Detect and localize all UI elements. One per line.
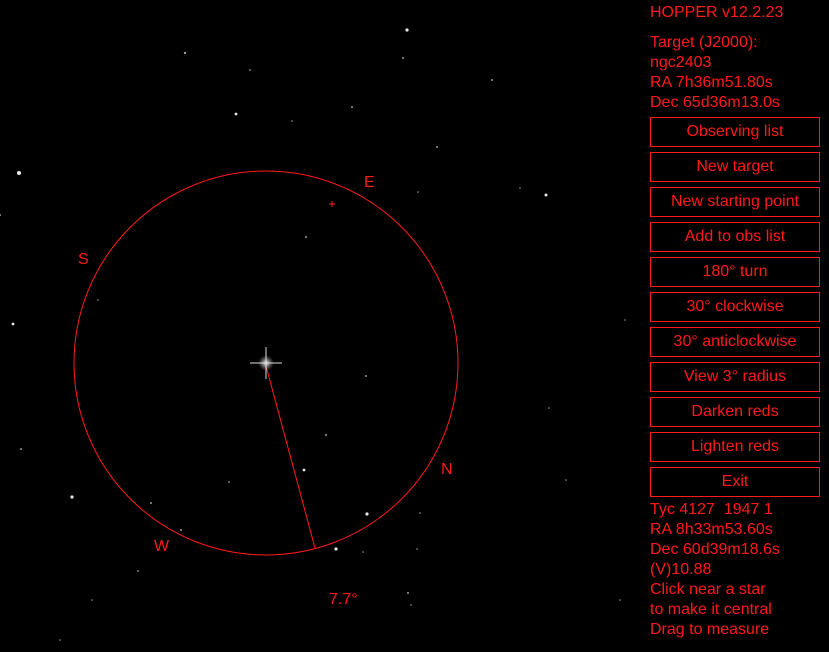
compass-west-label: W [154, 538, 170, 555]
star[interactable] [417, 191, 419, 193]
star[interactable] [419, 512, 421, 514]
star[interactable] [407, 592, 409, 594]
app-title: HOPPER v12.2.23 [650, 4, 784, 21]
star[interactable] [365, 512, 369, 516]
central-star-marker [250, 347, 282, 379]
star[interactable] [325, 434, 327, 436]
star[interactable] [59, 639, 61, 641]
new-starting-point-button[interactable]: New starting point [650, 187, 820, 217]
target-ra: RA 7h36m51.80s [650, 74, 773, 91]
help-line-2: to make it central [650, 601, 772, 618]
star[interactable] [70, 495, 74, 499]
star[interactable] [362, 551, 364, 553]
star[interactable] [137, 570, 139, 572]
star[interactable] [491, 79, 493, 81]
star[interactable] [436, 146, 438, 148]
compass-south-label: S [78, 251, 89, 268]
star[interactable] [410, 604, 412, 606]
star-ra: RA 8h33m53.60s [650, 521, 773, 538]
exit-button[interactable]: Exit [650, 467, 820, 497]
star[interactable] [544, 193, 548, 197]
star[interactable] [91, 599, 93, 601]
star[interactable] [305, 236, 307, 238]
button-list: Observing list New target New starting p… [650, 117, 826, 497]
lighten-reds-button[interactable]: Lighten reds [650, 432, 820, 462]
control-panel: HOPPER v12.2.23 Target (J2000): ngc2403 … [650, 3, 826, 640]
view-radius-button[interactable]: View 3° radius [650, 362, 820, 392]
star[interactable] [291, 120, 293, 122]
star[interactable] [548, 407, 550, 409]
help-line-3: Drag to measure [650, 621, 770, 638]
target-label: Target (J2000): [650, 34, 758, 51]
star[interactable] [11, 322, 15, 326]
star[interactable] [565, 479, 567, 481]
star[interactable] [351, 106, 353, 108]
star[interactable] [416, 548, 418, 550]
rotate-clockwise-button[interactable]: 30° clockwise [650, 292, 820, 322]
star[interactable] [234, 112, 238, 116]
star[interactable] [619, 599, 621, 601]
observing-list-button[interactable]: Observing list [650, 117, 820, 147]
star-id: Tyc 4127 1947 1 [650, 501, 773, 518]
star[interactable] [302, 468, 306, 472]
star[interactable] [150, 502, 152, 504]
star[interactable] [405, 28, 409, 32]
target-info: Target (J2000): ngc2403 RA 7h36m51.80s D… [650, 33, 826, 113]
target-marker [329, 201, 335, 207]
compass-east-label: E [364, 174, 375, 191]
add-to-obs-list-button[interactable]: Add to obs list [650, 222, 820, 252]
selected-star-info: Tyc 4127 1947 1 RA 8h33m53.60s Dec 60d39… [650, 500, 826, 640]
star[interactable] [624, 319, 626, 321]
star[interactable] [180, 529, 182, 531]
star[interactable] [519, 187, 521, 189]
target-dec: Dec 65d36m13.0s [650, 94, 780, 111]
star[interactable] [365, 375, 367, 377]
star[interactable] [17, 171, 21, 175]
star-magnitude: (V)10.88 [650, 561, 712, 578]
turn-180-button[interactable]: 180° turn [650, 257, 820, 287]
star[interactable] [97, 299, 99, 301]
compass-north-label: N [441, 461, 453, 478]
star[interactable] [20, 448, 22, 450]
star[interactable] [334, 547, 338, 551]
new-target-button[interactable]: New target [650, 152, 820, 182]
star[interactable] [0, 214, 1, 216]
star[interactable] [402, 57, 404, 59]
target-name: ngc2403 [650, 54, 712, 71]
rotate-anticlockwise-button[interactable]: 30° anticlockwise [650, 327, 820, 357]
star[interactable] [183, 51, 187, 55]
star-dec: Dec 60d39m18.6s [650, 541, 780, 558]
star[interactable] [228, 481, 230, 483]
help-line-1: Click near a star [650, 581, 766, 598]
darken-reds-button[interactable]: Darken reds [650, 397, 820, 427]
measure-line [265, 365, 316, 549]
star[interactable] [249, 69, 251, 71]
measurement-label: 7.7° [329, 591, 358, 608]
